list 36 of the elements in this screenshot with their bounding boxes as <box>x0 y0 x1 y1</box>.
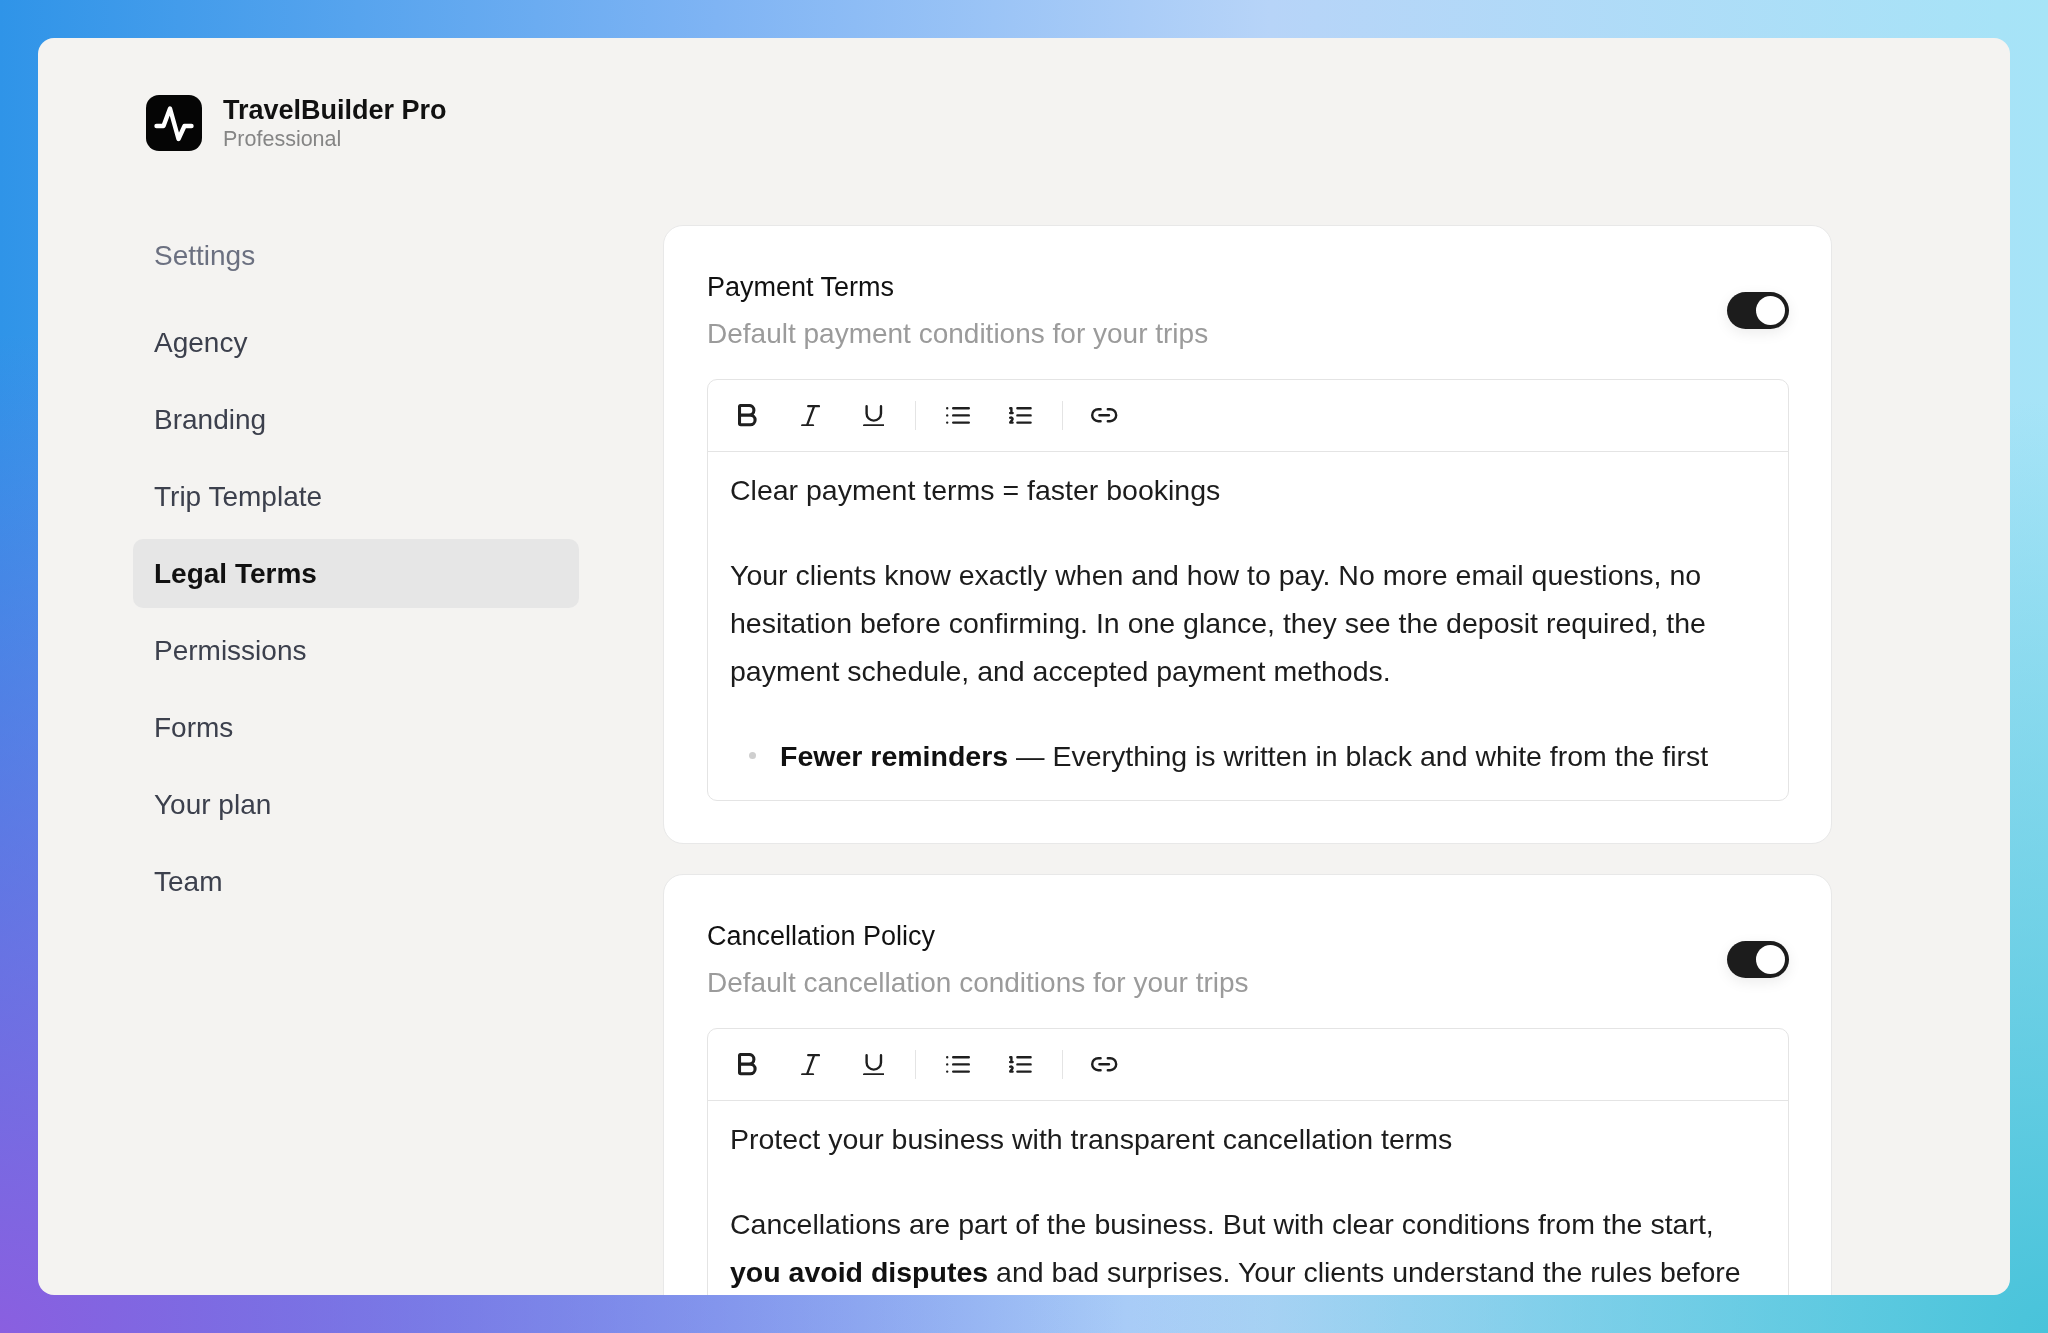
numbered-list-icon <box>1009 1055 1032 1074</box>
paragraph-text: Your clients know exactly when and how to pay. No more email questions, no hesitation before confirming. In one glance, they see the deposit required, the payment schedule, and accepted payment methods. <box>730 558 1707 689</box>
sidebar-item[interactable]: Branding <box>133 385 579 454</box>
paragraph-text: Protect your business with transparent cancellation terms <box>730 1122 1454 1157</box>
section-title: Payment Terms <box>707 271 895 304</box>
section-description: Default cancellation conditions for your trips <box>707 966 1249 1000</box>
list-item-text: Fewer reminders — Everything is written in black and white from the first <box>780 739 1709 774</box>
sidebar-item[interactable]: Team <box>133 847 579 916</box>
bold-icon <box>738 404 757 427</box>
bullet-point-icon <box>749 752 756 759</box>
paragraph-text: Clear payment terms = faster bookings <box>730 473 1222 508</box>
section-description: Default payment conditions for your trips <box>707 317 1209 351</box>
bold-icon <box>738 1053 757 1076</box>
paragraph-text: Cancellations are part of the business. But with clear conditions from the start, you avoid disputes and bad surprises. Your clients understand the rules before <box>730 1207 1742 1290</box>
bullet-list-icon <box>945 1056 970 1073</box>
bullet-list-icon <box>945 407 970 424</box>
section-title: Cancellation Policy <box>707 920 936 953</box>
sidebar-item[interactable]: Your plan <box>133 770 579 839</box>
sidebar-item[interactable]: Legal Terms <box>133 539 579 608</box>
sidebar-item[interactable]: Agency <box>133 308 579 377</box>
toggle-switch[interactable] <box>1727 941 1789 978</box>
sidebar-item[interactable]: Forms <box>133 693 579 762</box>
toggle-switch[interactable] <box>1727 292 1789 329</box>
sidebar-item[interactable]: Permissions <box>133 616 579 685</box>
underline-icon <box>862 1053 885 1076</box>
pulse-logo-icon <box>146 95 202 151</box>
italic-icon <box>800 1053 821 1076</box>
numbered-list-icon <box>1009 406 1032 425</box>
settings-heading: Settings <box>154 239 256 273</box>
sidebar-item[interactable]: Trip Template <box>133 462 579 531</box>
underline-icon <box>862 404 885 427</box>
link-icon <box>1091 408 1118 423</box>
italic-icon <box>800 404 821 427</box>
plan-label: Professional <box>223 126 343 152</box>
link-icon <box>1091 1057 1118 1072</box>
app-name: TravelBuilder Pro <box>223 94 447 126</box>
